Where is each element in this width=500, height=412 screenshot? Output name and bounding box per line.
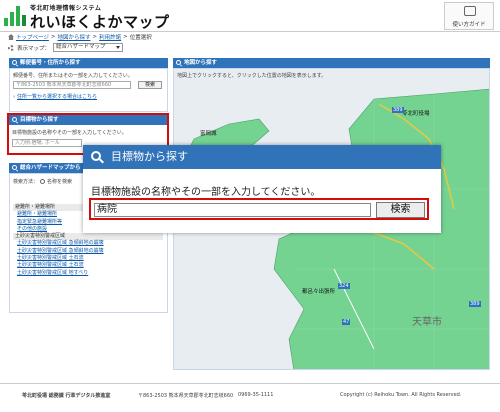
map-selector-label: 表示マップ： — [17, 45, 51, 52]
breadcrumb-map-search-link[interactable]: 地図から探す — [58, 33, 91, 41]
station-label: 都呂々出張所 — [302, 289, 336, 295]
header-divider — [0, 31, 500, 32]
landmark-dialog-input[interactable]: 病院 — [94, 203, 371, 217]
address-search-panel: 郵便番号・住所から探す 郵便番号、住所またはその一部を入力してください。 〒86… — [9, 58, 168, 112]
name-search-radio-label: 名称を検索 — [47, 179, 73, 185]
chevron-right-icon: › — [13, 93, 15, 100]
site-logo-icon — [4, 4, 26, 26]
breadcrumb-separator: > — [50, 34, 56, 40]
landmark-panel-header: 目標物から探す — [9, 115, 167, 125]
guide-book-icon — [464, 6, 476, 16]
site-footer: 苓北町役場 総務課 行革デジタル推進室 〒863-2503 熊本県天草郡苓北町志… — [0, 386, 500, 406]
footer-copyright: Copyright (c) Reihoku Town. All Rights R… — [340, 392, 462, 398]
home-icon — [8, 34, 14, 40]
breadcrumb-home-link[interactable]: トップページ — [16, 33, 49, 41]
search-icon — [12, 60, 17, 65]
road-number: 324 — [338, 283, 350, 289]
address-panel-title: 郵便番号・住所から探す — [20, 60, 81, 66]
address-list-link[interactable]: 住所一覧から選択する場合はこちら — [17, 93, 97, 100]
landmark-dialog-header: 目標物から探す — [83, 145, 441, 169]
address-panel-header: 郵便番号・住所から探す — [9, 58, 168, 68]
landmark-dialog-search-button[interactable]: 検索 — [376, 202, 425, 218]
usage-guide-button[interactable]: 使い方ガイド — [444, 2, 494, 30]
landmark-panel-title: 目標物から探す — [20, 117, 59, 123]
footer-address: 〒863-2503 熊本県天草郡苓北町志岐660 — [138, 393, 234, 399]
road-number: 389 — [469, 301, 481, 307]
landmark-dialog-desc: 目標物施設の名称やその一部を入力してください。 — [91, 187, 321, 198]
footer-phone: 0969-35-1111 — [238, 392, 274, 398]
hazard-list-item[interactable]: 土砂災害特別警戒区域 急傾斜地の崩壊 — [13, 240, 163, 247]
hazard-list-item[interactable]: 土砂災害特別警戒区域 急傾斜地の崩壊 — [13, 248, 163, 255]
landmark-search-dialog: 目標物から探す 目標物施設の名称やその一部を入力してください。 病院 検索 — [83, 145, 441, 233]
footer-org: 苓北町役場 総務課 行革デジタル推進室 — [22, 393, 111, 399]
address-list-link-row: › 住所一覧から選択する場合はこちら — [13, 93, 97, 101]
search-method-label: 検索方法： — [13, 179, 39, 185]
breadcrumb-terms-link[interactable]: 利用許諾 — [99, 33, 121, 41]
usage-guide-label: 使い方ガイド — [452, 22, 486, 28]
city-label: 天草市 — [412, 317, 442, 328]
search-icon — [91, 151, 101, 161]
map-selector: 表示マップ： 総合ハザードマップ — [8, 43, 124, 52]
map-type-select[interactable]: 総合ハザードマップ — [53, 43, 124, 52]
island-label: 富岡城 — [200, 131, 217, 137]
breadcrumb-current: 位置選択 — [129, 35, 152, 41]
hazard-list-item[interactable]: 土砂災害特別警戒区域 地すべり — [13, 270, 163, 277]
name-search-radio[interactable] — [40, 179, 46, 184]
road-number: 47 — [342, 319, 351, 325]
map-panel-title: 地図から探す — [184, 60, 218, 66]
landmark-panel-desc: 目標物施設の名称やその一部を入力してください。 — [12, 130, 127, 136]
address-input[interactable]: 〒863-2503 熊本県天草郡苓北町志岐660 — [13, 81, 131, 89]
logo-title[interactable]: れいほくよかマップ — [30, 11, 170, 32]
landmark-dialog-highlight: 病院 検索 — [89, 198, 429, 220]
hazard-list-item[interactable]: 土砂災害特別警戒区域 土石流 — [13, 262, 163, 269]
breadcrumb-separator: > — [123, 34, 128, 40]
hazard-panel-title: 総合ハザードマップから — [20, 165, 81, 171]
road-number: 389 — [392, 107, 404, 113]
site-header: 苓北町地理情報システム れいほくよかマップ 使い方ガイド — [0, 0, 500, 31]
map-panel: 地図から探す — [173, 58, 490, 68]
address-panel-desc: 郵便番号、住所またはその一部を入力してください。 — [13, 73, 133, 79]
search-icon — [176, 60, 181, 65]
office-label: 苓北町役場 — [402, 111, 430, 117]
footer-divider — [0, 383, 500, 384]
search-icon — [12, 165, 17, 170]
gear-icon — [8, 44, 14, 51]
landmark-dialog-title: 目標物から探す — [111, 150, 188, 163]
search-method-row: 検索方法： 名称を検索 — [13, 178, 72, 185]
map-panel-header: 地図から探す — [173, 58, 490, 68]
search-icon — [12, 117, 17, 122]
breadcrumb-separator: > — [92, 34, 98, 40]
breadcrumb: トップページ > 地図から探す > 利用許諾 > 位置選択 — [8, 33, 152, 41]
address-panel-body: 郵便番号、住所またはその一部を入力してください。 〒863-2503 熊本県天草… — [9, 68, 168, 112]
address-search-button[interactable]: 検索 — [138, 81, 162, 89]
landmark-input[interactable]: 入力例:宿場, ホール — [12, 139, 82, 147]
